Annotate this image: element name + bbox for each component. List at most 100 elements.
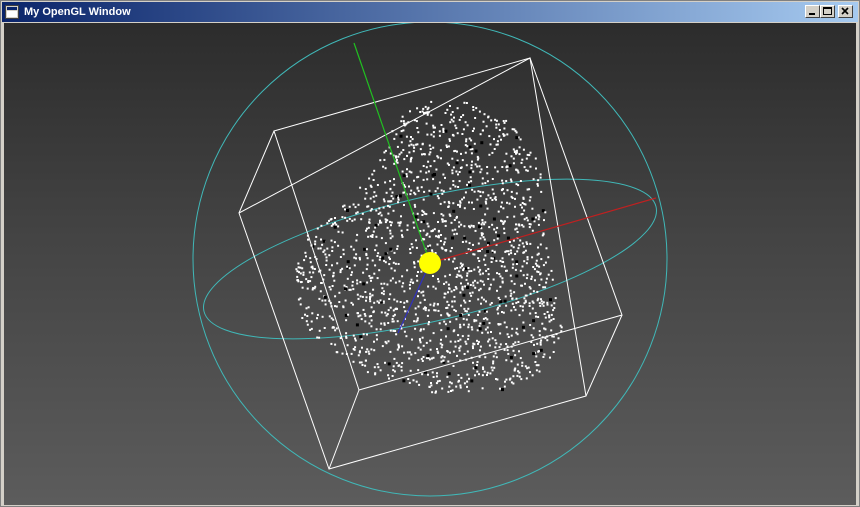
cloud-point bbox=[483, 258, 485, 261]
cloud-point bbox=[467, 326, 470, 329]
cloud-point bbox=[402, 120, 405, 123]
cloud-point bbox=[346, 209, 349, 212]
cloud-point bbox=[442, 190, 445, 193]
gl-viewport[interactable] bbox=[4, 23, 856, 505]
cloud-point bbox=[396, 348, 399, 351]
cloud-point bbox=[552, 351, 555, 353]
cloud-point bbox=[429, 151, 432, 154]
cloud-point bbox=[441, 220, 444, 223]
cloud-point bbox=[324, 303, 327, 306]
cloud-point bbox=[557, 337, 560, 340]
cloud-point bbox=[362, 308, 365, 311]
cloud-point bbox=[380, 311, 383, 314]
cloud-point bbox=[459, 291, 462, 294]
cloud-point bbox=[506, 333, 509, 336]
cloud-point bbox=[490, 366, 493, 369]
cloud-point bbox=[459, 384, 462, 387]
cloud-point bbox=[406, 269, 409, 272]
cloud-point bbox=[369, 277, 372, 280]
cloud-point bbox=[314, 240, 317, 243]
cloud-point bbox=[361, 364, 364, 366]
cloud-point bbox=[479, 204, 483, 208]
cloud-point bbox=[499, 300, 503, 304]
cloud-point bbox=[439, 240, 442, 242]
cloud-point bbox=[371, 173, 374, 176]
cloud-point bbox=[455, 216, 458, 219]
opengl-window: My OpenGL Window bbox=[0, 0, 860, 507]
minimize-button[interactable] bbox=[805, 5, 820, 18]
cloud-point bbox=[378, 269, 381, 272]
cloud-point bbox=[425, 341, 428, 344]
cloud-point bbox=[456, 132, 459, 135]
cloud-point bbox=[372, 288, 375, 291]
cloud-point bbox=[472, 342, 475, 345]
cloud-point bbox=[463, 353, 466, 355]
cloud-point bbox=[391, 191, 394, 194]
cloud-point bbox=[397, 198, 400, 201]
cloud-point bbox=[356, 282, 359, 285]
cloud-point bbox=[296, 275, 299, 278]
cloud-point bbox=[472, 225, 475, 227]
pivot-point[interactable] bbox=[419, 252, 441, 274]
close-button[interactable] bbox=[838, 5, 853, 18]
cloud-point bbox=[541, 322, 544, 325]
cloud-point bbox=[387, 204, 389, 207]
cloud-point bbox=[507, 250, 510, 253]
cloud-point bbox=[468, 170, 472, 174]
cloud-point bbox=[489, 303, 492, 306]
minimize-icon bbox=[809, 13, 815, 15]
cloud-point bbox=[440, 234, 442, 236]
cloud-point bbox=[536, 299, 539, 302]
cloud-point bbox=[461, 133, 464, 135]
cloud-point bbox=[414, 193, 417, 196]
cloud-point bbox=[445, 335, 447, 338]
cloud-point bbox=[332, 271, 335, 274]
cloud-point bbox=[475, 319, 478, 322]
cloud-point bbox=[493, 148, 496, 150]
cloud-point bbox=[525, 241, 528, 244]
cloud-point bbox=[397, 155, 400, 158]
cloud-point bbox=[389, 232, 392, 235]
cloud-point bbox=[408, 381, 411, 384]
cloud-point bbox=[323, 249, 326, 252]
cloud-point bbox=[422, 328, 425, 331]
cloud-point bbox=[486, 326, 489, 329]
maximize-button[interactable] bbox=[820, 5, 835, 18]
cloud-point bbox=[491, 151, 494, 154]
cloud-point bbox=[520, 213, 523, 216]
cloud-point bbox=[532, 178, 535, 181]
cloud-point bbox=[382, 300, 385, 303]
cloud-point bbox=[329, 288, 332, 291]
cloud-point bbox=[418, 338, 421, 341]
cloud-point bbox=[492, 355, 495, 358]
cloud-point bbox=[389, 237, 392, 240]
cloud-point bbox=[415, 246, 418, 249]
cloud-point bbox=[455, 127, 458, 130]
cloud-point bbox=[379, 219, 381, 222]
cloud-point bbox=[385, 314, 388, 317]
cloud-point bbox=[426, 178, 429, 181]
cloud-point bbox=[477, 242, 480, 245]
cloud-point bbox=[466, 380, 469, 383]
cloud-point bbox=[416, 127, 419, 129]
cloud-point bbox=[374, 226, 377, 229]
cloud-point bbox=[469, 148, 472, 151]
cloud-point bbox=[299, 272, 302, 275]
cloud-point bbox=[530, 275, 533, 278]
title-bar[interactable]: My OpenGL Window bbox=[2, 2, 858, 22]
app-icon[interactable] bbox=[5, 5, 19, 19]
cloud-point bbox=[486, 374, 488, 376]
cloud-point bbox=[387, 340, 390, 343]
cloud-point bbox=[330, 224, 333, 227]
cloud-point bbox=[392, 365, 395, 368]
cloud-point bbox=[309, 257, 312, 260]
cloud-point bbox=[466, 373, 469, 376]
cloud-point bbox=[376, 363, 379, 366]
scene-canvas[interactable] bbox=[4, 23, 856, 505]
cloud-point bbox=[366, 257, 369, 260]
cloud-point bbox=[436, 350, 439, 353]
cloud-point bbox=[485, 202, 488, 205]
cloud-point bbox=[453, 295, 456, 298]
cloud-point bbox=[402, 282, 405, 285]
cloud-point bbox=[421, 153, 423, 156]
